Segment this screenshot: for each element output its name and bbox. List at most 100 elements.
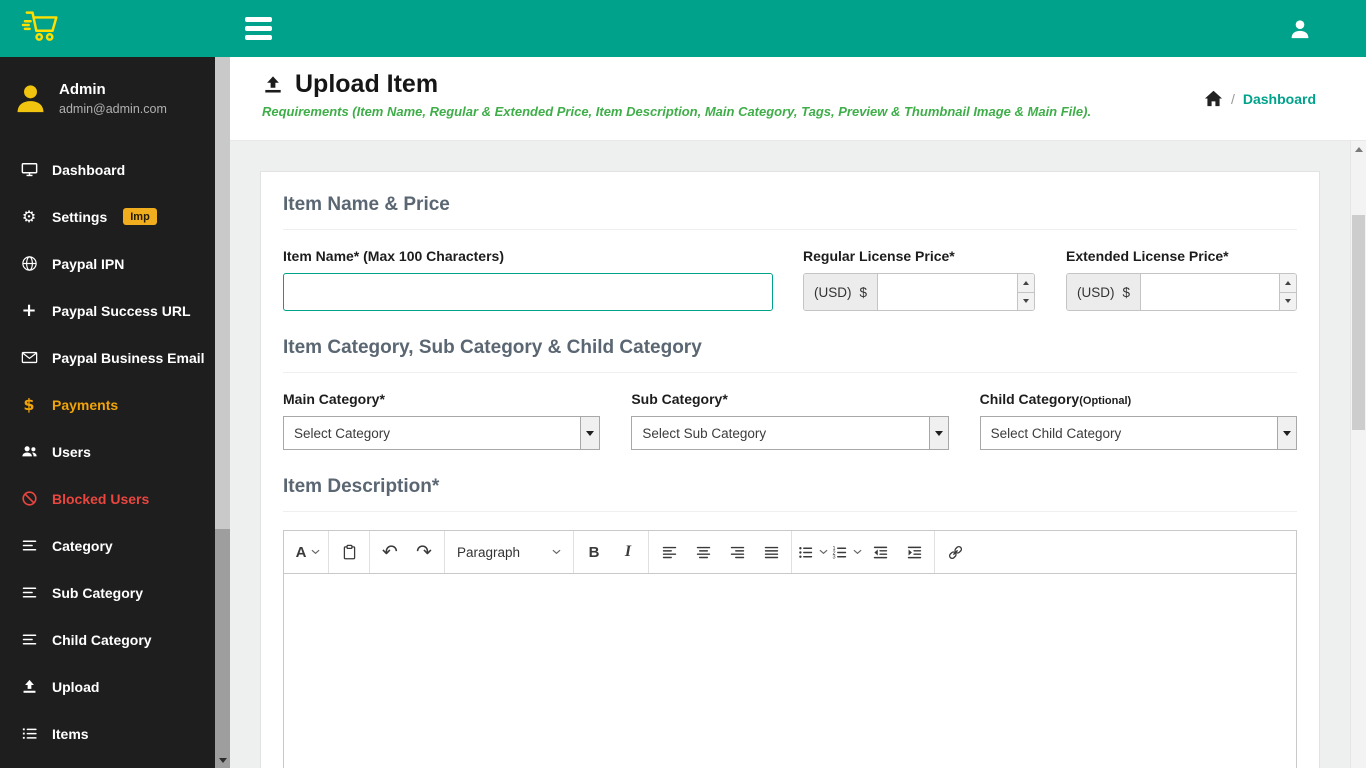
imp-badge: Imp [123, 208, 157, 225]
list-icon [19, 584, 39, 601]
outdent-button[interactable] [863, 534, 897, 570]
gear-icon: ⚙ [21, 206, 37, 226]
main-scrollbar[interactable] [1350, 141, 1366, 768]
sidebar-scroll-down-button[interactable] [215, 752, 230, 768]
indent-button[interactable] [897, 534, 931, 570]
desktop-icon [19, 161, 39, 178]
sidebar-item-child-category[interactable]: Child Category [0, 616, 230, 663]
sidebar-item-label: Paypal Success URL [52, 302, 191, 319]
sidebar-item-label: Users [52, 443, 91, 460]
sidebar-item-users[interactable]: Users [0, 428, 230, 475]
home-icon[interactable] [1204, 89, 1223, 108]
align-left-button[interactable] [652, 534, 686, 570]
item-name-label: Item Name* (Max 100 Characters) [283, 248, 504, 264]
sidebar: Admin admin@admin.com Dashboard ⚙ Settings… [0, 57, 230, 768]
top-navbar [230, 0, 1366, 57]
breadcrumb: / Dashboard [1204, 89, 1316, 108]
regular-price-stepper[interactable] [1017, 274, 1034, 310]
regular-price-currency-prefix: (USD) $ [804, 274, 879, 310]
child-category-value: Select Child Category [990, 425, 1122, 441]
sidebar-item-paypal-ipn[interactable]: Paypal IPN [0, 240, 230, 287]
sidebar-item-dashboard[interactable]: Dashboard [0, 146, 230, 193]
upload-icon [19, 678, 39, 695]
select-arrow-icon [580, 417, 600, 449]
plus-icon: + [21, 299, 37, 321]
child-category-label: Child Category(Optional) [979, 391, 1132, 407]
content-area: Item Name & Price Item Name* (Max 100 Ch… [230, 141, 1366, 768]
breadcrumb-dashboard-link[interactable]: Dashboard [1243, 91, 1316, 107]
user-icon[interactable] [1288, 17, 1312, 41]
sidebar-item-label: Paypal Business Email [52, 349, 205, 366]
sidebar-item-upload[interactable]: Upload [0, 663, 230, 710]
select-arrow-icon [928, 417, 948, 449]
app-window: Admin admin@admin.com Dashboard ⚙ Settings… [0, 0, 1366, 768]
child-category-select[interactable]: Select Child Category [979, 416, 1297, 450]
sub-category-value: Select Sub Category [642, 425, 767, 441]
undo-button[interactable]: ↶ [373, 534, 407, 570]
bold-button[interactable]: B [577, 534, 611, 570]
globe-icon [19, 255, 39, 272]
page-header: Upload Item Requirements (Item Name, Reg… [230, 57, 1366, 141]
align-right-button[interactable] [720, 534, 754, 570]
redo-button[interactable]: ↷ [407, 534, 441, 570]
paste-button[interactable] [332, 534, 366, 570]
cart-icon [20, 6, 66, 51]
section-divider [283, 229, 1297, 230]
sidebar-scrollbar[interactable] [215, 57, 230, 768]
ban-icon [19, 490, 39, 507]
sidebar-item-category[interactable]: Category [0, 522, 230, 569]
upload-icon [262, 74, 284, 96]
requirements-note: Requirements (Item Name, Regular & Exten… [262, 104, 1092, 119]
sidebar-item-items[interactable]: Items [0, 710, 230, 757]
extended-price-input[interactable] [1141, 274, 1279, 310]
sidebar-item-label: Items [52, 725, 89, 742]
topbar [0, 0, 1366, 57]
sidebar-item-label: Category [52, 537, 113, 554]
sidebar-item-blocked-users[interactable]: Blocked Users [0, 475, 230, 522]
regular-price-label: Regular License Price* [803, 248, 955, 264]
italic-button[interactable]: I [611, 534, 645, 570]
bullet-list-button[interactable] [795, 534, 829, 570]
app-logo[interactable] [0, 0, 230, 57]
numbered-list-button[interactable]: 123 [829, 534, 863, 570]
extended-price-stepper[interactable] [1279, 274, 1296, 310]
sidebar-item-paypal-business-email[interactable]: Paypal Business Email [0, 334, 230, 381]
link-button[interactable] [938, 534, 972, 570]
align-justify-button[interactable] [754, 534, 788, 570]
hamburger-menu-icon[interactable] [241, 13, 276, 44]
description-editor: A ↶ ↷ Paragraph B I 1 2 3 [283, 530, 1297, 768]
item-name-input[interactable] [283, 273, 773, 311]
paragraph-button[interactable]: Paragraph [448, 534, 570, 570]
user-email: admin@admin.com [59, 102, 167, 116]
list-check-icon [19, 725, 39, 742]
scrollbar-thumb[interactable] [1352, 215, 1365, 430]
sidebar-item-label: Paypal IPN [52, 255, 125, 272]
sidebar-item-label: Payments [52, 396, 119, 413]
sidebar-item-sub-category[interactable]: Sub Category [0, 569, 230, 616]
sidebar-scrollbar-thumb[interactable] [215, 57, 230, 529]
sidebar-item-label: Dashboard [52, 161, 126, 178]
section-divider [283, 372, 1297, 373]
sidebar-item-settings[interactable]: ⚙ Settings Imp [0, 193, 230, 240]
extended-price-currency-prefix: (USD) $ [1067, 274, 1142, 310]
sidebar-item-paypal-success-url[interactable]: + Paypal Success URL [0, 287, 230, 334]
sidebar-profile: Admin admin@admin.com [0, 57, 230, 140]
regular-price-input[interactable] [878, 274, 1017, 310]
align-center-button[interactable] [686, 534, 720, 570]
sidebar-item-label: Sub Category [52, 584, 144, 601]
text-color-button[interactable]: A [291, 534, 325, 570]
main-category-select[interactable]: Select Category [283, 416, 601, 450]
editor-content[interactable] [284, 574, 1296, 768]
optional-hint: (Optional) [1079, 395, 1132, 407]
sidebar-item-label: Settings [52, 208, 108, 225]
avatar-icon [13, 81, 48, 116]
sub-category-select[interactable]: Select Sub Category [631, 416, 949, 450]
user-name: Admin [59, 81, 106, 98]
sidebar-item-label: Blocked Users [52, 490, 150, 507]
envelope-icon [19, 349, 39, 366]
main-category-value: Select Category [294, 425, 391, 441]
sidebar-item-payments[interactable]: $ Payments [0, 381, 230, 428]
scroll-up-button[interactable] [1351, 141, 1366, 157]
svg-text:3: 3 [832, 554, 835, 560]
main-category-label: Main Category* [283, 391, 385, 407]
